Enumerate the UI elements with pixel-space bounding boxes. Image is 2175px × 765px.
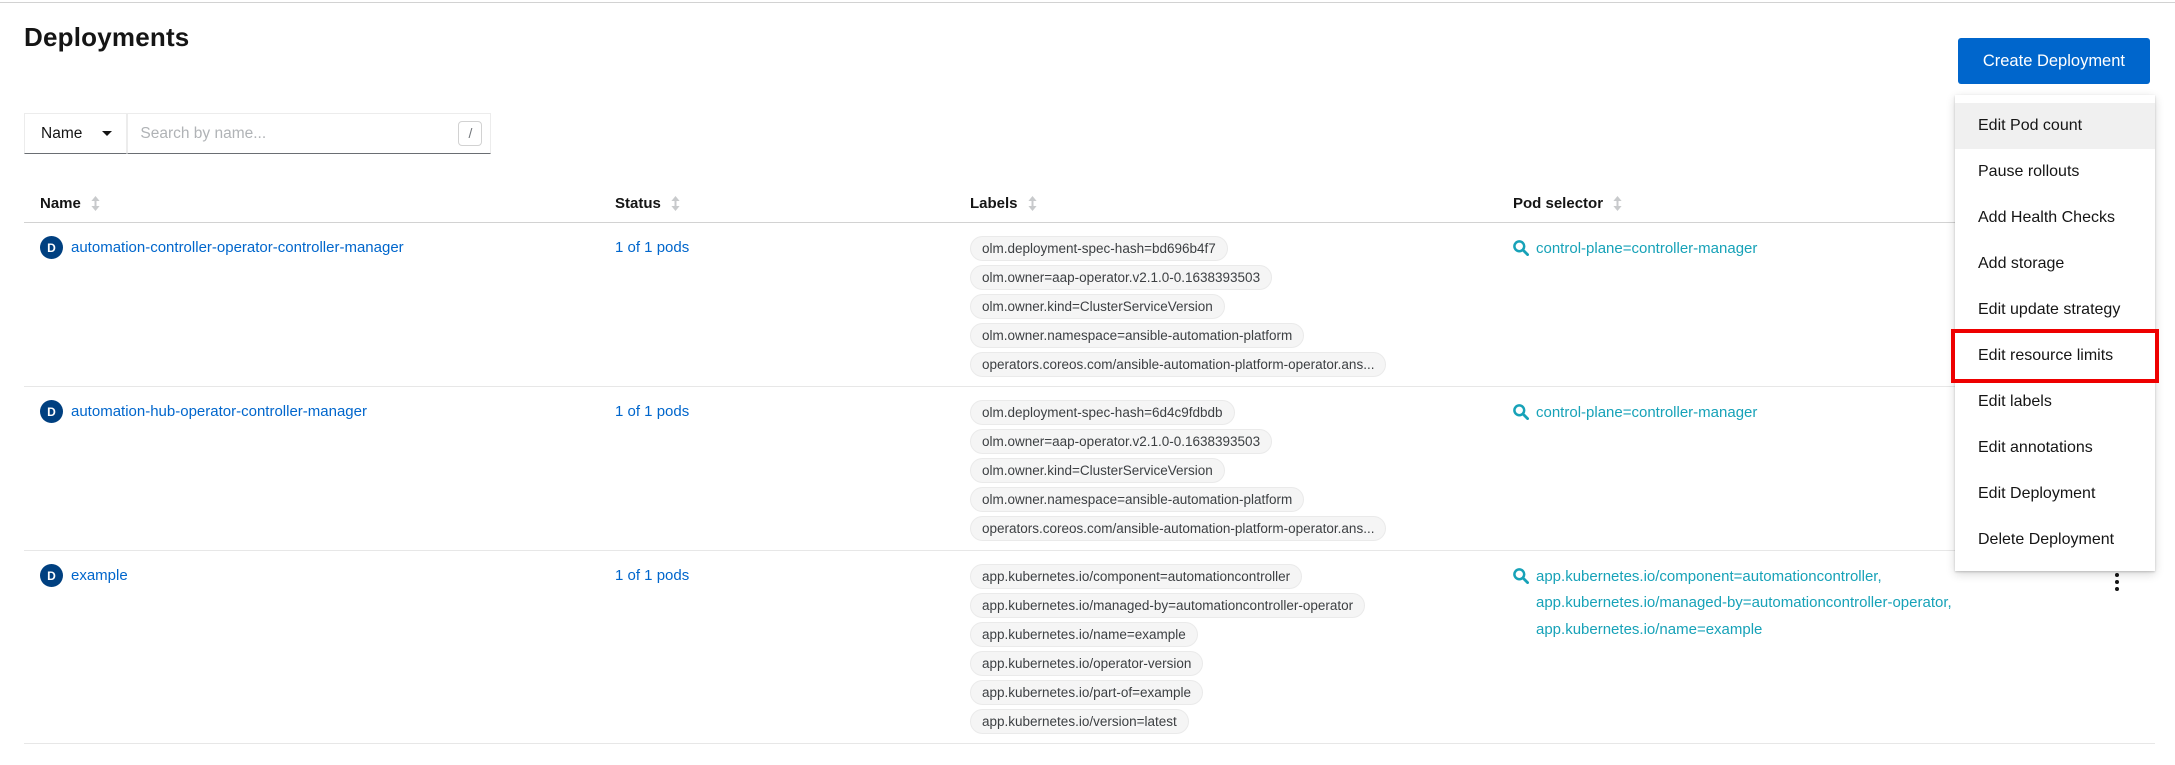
label-chip: olm.owner=aap-operator.v2.1.0-0.16383935… — [970, 429, 1272, 454]
menu-item-edit-resource-limits[interactable]: Edit resource limits — [1955, 333, 2155, 379]
deployment-resource-badge: D — [40, 564, 63, 587]
menu-item-edit-annotations[interactable]: Edit annotations — [1955, 425, 2155, 471]
name-cell: Dexample — [24, 551, 599, 743]
pod-selector-link[interactable]: control-plane=controller-manager — [1536, 236, 1757, 262]
filter-type-dropdown[interactable]: Name — [24, 113, 127, 154]
label-chip: operators.coreos.com/ansible-automation-… — [970, 516, 1386, 541]
top-divider — [0, 2, 2175, 3]
page-title: Deployments — [24, 22, 189, 53]
kebab-menu-button[interactable] — [2109, 568, 2125, 734]
sort-icon — [671, 196, 680, 211]
pod-selector-link[interactable]: control-plane=controller-manager — [1536, 400, 1757, 426]
menu-item-edit-labels[interactable]: Edit labels — [1955, 379, 2155, 425]
search-selector-icon — [1513, 568, 1529, 584]
label-chip: olm.owner.kind=ClusterServiceVersion — [970, 294, 1225, 319]
create-deployment-button[interactable]: Create Deployment — [1958, 38, 2150, 84]
label-chip: app.kubernetes.io/name=example — [970, 622, 1198, 647]
filter-toolbar: Name / — [24, 113, 491, 154]
labels-cell: olm.deployment-spec-hash=6d4c9fdbdb olm.o… — [954, 387, 1497, 550]
column-header-label: Name — [40, 195, 81, 212]
table-row: Dautomation-controller-operator-controll… — [24, 223, 2155, 387]
pods-status-link[interactable]: 1 of 1 pods — [615, 403, 689, 420]
label-chip: olm.deployment-spec-hash=6d4c9fdbdb — [970, 400, 1235, 425]
label-chip: app.kubernetes.io/managed-by=automationc… — [970, 593, 1365, 618]
table-header-row: Name Status Labels Pod selector — [24, 185, 2155, 223]
table-row: Dautomation-hub-operator-controller-mana… — [24, 387, 2155, 551]
deployments-table: Name Status Labels Pod selector Dautomation… — [24, 185, 2155, 744]
pod-selector-cell: app.kubernetes.io/component=automationco… — [1497, 551, 2079, 743]
pod-selector-line[interactable]: app.kubernetes.io/name=example — [1536, 617, 1952, 643]
filter-type-label: Name — [41, 125, 82, 143]
status-cell: 1 of 1 pods — [599, 223, 954, 386]
menu-item-edit-deployment[interactable]: Edit Deployment — [1955, 471, 2155, 517]
column-header-name[interactable]: Name — [24, 185, 599, 222]
name-cell: Dautomation-hub-operator-controller-mana… — [24, 387, 599, 550]
actions-dropdown-menu: Edit Pod countPause rolloutsAdd Health C… — [1955, 95, 2155, 571]
labels-cell: app.kubernetes.io/component=automationco… — [954, 551, 1497, 743]
label-chip: app.kubernetes.io/operator-version — [970, 651, 1203, 676]
search-input[interactable] — [127, 113, 491, 154]
search-selector-icon — [1513, 240, 1529, 256]
pods-status-link[interactable]: 1 of 1 pods — [615, 239, 689, 256]
deployment-resource-badge: D — [40, 236, 63, 259]
status-cell: 1 of 1 pods — [599, 387, 954, 550]
pod-selector-line[interactable]: app.kubernetes.io/managed-by=automationc… — [1536, 590, 1952, 616]
label-chip: olm.deployment-spec-hash=bd696b4f7 — [970, 236, 1228, 261]
label-chip: olm.owner.namespace=ansible-automation-p… — [970, 487, 1304, 512]
menu-item-edit-pod-count[interactable]: Edit Pod count — [1955, 103, 2155, 149]
sort-icon — [91, 196, 100, 211]
column-header-label: Pod selector — [1513, 195, 1603, 212]
table-row: Dexample 1 of 1 pods app.kubernetes.io/com… — [24, 551, 2155, 744]
status-cell: 1 of 1 pods — [599, 551, 954, 743]
deployment-link[interactable]: example — [71, 564, 128, 587]
label-chip: operators.coreos.com/ansible-automation-… — [970, 352, 1386, 377]
menu-item-edit-update-strategy[interactable]: Edit update strategy — [1955, 287, 2155, 333]
menu-item-delete-deployment[interactable]: Delete Deployment — [1955, 517, 2155, 563]
row-actions-cell — [2079, 551, 2155, 743]
deployment-link[interactable]: automation-hub-operator-controller-manag… — [71, 400, 367, 423]
menu-item-add-health-checks[interactable]: Add Health Checks — [1955, 195, 2155, 241]
table-body: Dautomation-controller-operator-controll… — [24, 223, 2155, 744]
name-cell: Dautomation-controller-operator-controll… — [24, 223, 599, 386]
label-chip: app.kubernetes.io/component=automationco… — [970, 564, 1302, 589]
label-chip: olm.owner.namespace=ansible-automation-p… — [970, 323, 1304, 348]
sort-icon — [1028, 196, 1037, 211]
column-header-label: Labels — [970, 195, 1018, 212]
sort-icon — [1613, 196, 1622, 211]
pod-selector-link[interactable]: app.kubernetes.io/component=automationco… — [1536, 564, 1952, 643]
labels-cell: olm.deployment-spec-hash=bd696b4f7 olm.ow… — [954, 223, 1497, 386]
column-header-status[interactable]: Status — [599, 185, 954, 222]
search-selector-icon — [1513, 404, 1529, 420]
pod-selector-line[interactable]: app.kubernetes.io/component=automationco… — [1536, 564, 1952, 590]
label-chip: app.kubernetes.io/part-of=example — [970, 680, 1203, 705]
deployment-resource-badge: D — [40, 400, 63, 423]
label-chip: olm.owner.kind=ClusterServiceVersion — [970, 458, 1225, 483]
deployment-link[interactable]: automation-controller-operator-controlle… — [71, 236, 404, 259]
menu-item-pause-rollouts[interactable]: Pause rollouts — [1955, 149, 2155, 195]
menu-item-add-storage[interactable]: Add storage — [1955, 241, 2155, 287]
search-field-wrap: / — [127, 113, 491, 154]
pods-status-link[interactable]: 1 of 1 pods — [615, 567, 689, 584]
label-chip: app.kubernetes.io/version=latest — [970, 709, 1189, 734]
pod-selector-line[interactable]: control-plane=controller-manager — [1536, 236, 1757, 262]
label-chip: olm.owner=aap-operator.v2.1.0-0.16383935… — [970, 265, 1272, 290]
chevron-down-icon — [102, 131, 112, 136]
search-shortcut-badge: / — [458, 121, 482, 146]
column-header-label: Status — [615, 195, 661, 212]
column-header-labels[interactable]: Labels — [954, 185, 1497, 222]
pod-selector-line[interactable]: control-plane=controller-manager — [1536, 400, 1757, 426]
deployments-page: Deployments Create Deployment Name / Nam… — [0, 0, 2175, 765]
